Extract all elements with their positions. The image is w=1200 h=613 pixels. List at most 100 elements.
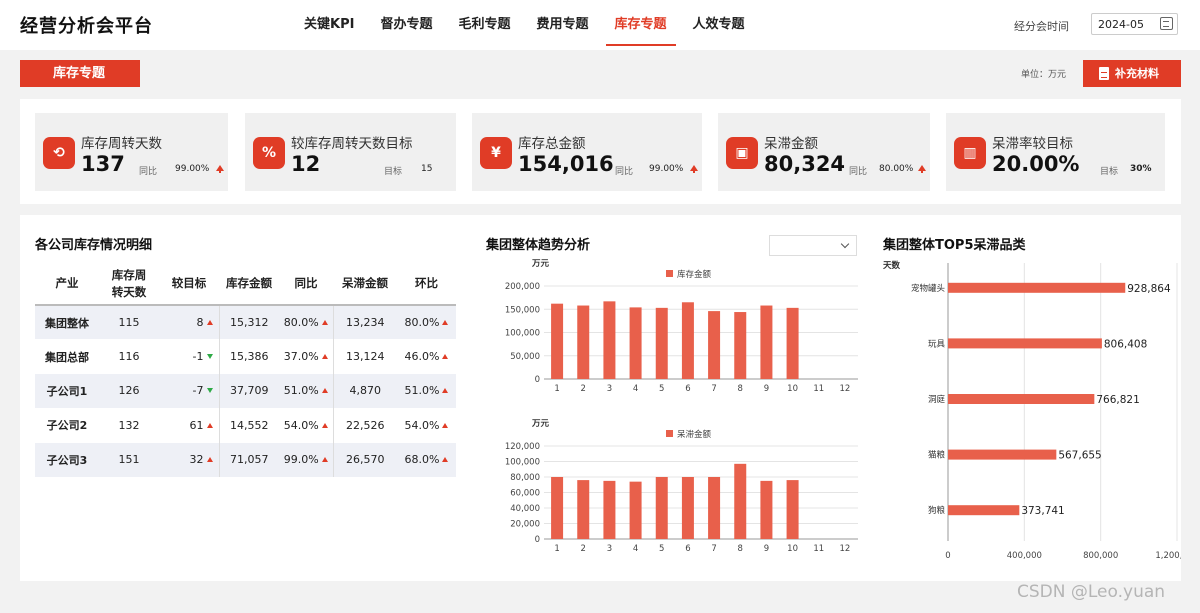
date-value: 2024-05 [1098,18,1144,31]
table-row: 子公司3 151 32 71,057 99.0% 26,570 68.0% [35,442,456,477]
y-tick-label: 200,000 [505,282,540,292]
nav-tab-expense[interactable]: 费用专题 [527,0,597,50]
trend-down-icon [206,354,213,360]
nav-tab-gross-profit[interactable]: 毛利专题 [449,0,519,50]
kpi-value: 80,324 [764,152,846,176]
kpi-title: 呆滞率较目标 [992,136,1073,152]
nav-tab-efficiency[interactable]: 人效专题 [684,0,754,50]
trend-up-icon [442,457,449,463]
unit-label: 单位：万元 [1021,70,1067,80]
bar [760,480,773,539]
y-tick-label: 0 [535,535,540,545]
col-header: 库存周转天数 [99,263,159,306]
x-tick-label: 7 [711,384,716,394]
bar [734,463,747,539]
bar [948,505,1020,516]
trend-up-icon [442,388,449,394]
kpi-sub-label: 目标 [384,167,403,177]
trend-up-icon [206,320,213,326]
trend-title: 集团整体趋势分析 [486,238,591,253]
watermark: CSDN @Leo.yuan [1017,582,1166,602]
bar [655,477,668,539]
bar [786,307,799,379]
cell-amount: 15,386 [218,339,279,374]
y-axis-unit: 万元 [531,259,550,269]
cell-yoy: 99.0% [279,442,333,477]
trend-up-icon [216,165,224,173]
y-tick-label: 猫粮 [928,450,946,461]
period-label: 经分会时间 [1014,20,1069,33]
calendar-icon[interactable] [1160,17,1173,30]
kpi-title: 库存总金额 [518,136,586,152]
col-header: 较目标 [159,263,219,306]
trend-up-icon [690,165,698,173]
x-tick-label: 9 [764,384,769,394]
x-tick-label: 6 [685,544,690,554]
inventory-table: 产业 库存周转天数 较目标 库存金额 同比 呆滞金额 环比 集团整体 115 8 15… [35,263,456,477]
x-tick-label: 5 [659,384,664,394]
x-tick-label: 4 [633,544,638,554]
y-tick-label: 100,000 [505,458,540,468]
kpi-title: 库存周转天数 [81,136,162,152]
main-panel: 各公司库存情况明细 产业 库存周转天数 较目标 库存金额 同比 呆滞金额 环比 … [20,215,1181,581]
bar [629,481,642,539]
col-header: 产业 [35,263,99,306]
data-label: 928,864 [1127,283,1171,295]
x-tick-label: 2 [581,384,586,394]
cell-stale: 13,124 [332,339,397,374]
nav-tab-kpi[interactable]: 关键KPI [295,0,363,50]
x-tick-label: 8 [738,384,743,394]
date-picker[interactable]: 2024-05 [1091,13,1178,35]
trend-up-icon [206,457,213,463]
kpi-sub-value: 99.00% [175,164,210,174]
kpi-sub-label: 同比 [615,167,634,177]
kpi-card-stale-rate: ▥ 呆滞率较目标 20.00% 目标 30% [946,113,1165,191]
x-tick-label: 0 [945,551,950,561]
stale-amount-chart: 万元呆滞金额020,00040,00060,00080,000100,00012… [505,419,858,554]
supplement-button[interactable]: 补充材料 [1083,60,1181,87]
kpi-value: 20.00% [992,152,1080,176]
nav-tab-supervision[interactable]: 督办专题 [371,0,441,50]
x-tick-label: 8 [738,544,743,554]
cell-name: 子公司2 [46,419,88,433]
cell-mom: 46.0% [397,339,456,373]
chevron-down-icon [840,239,850,249]
table-row: 集团整体 115 8 15,312 80.0% 13,234 80.0% [35,305,456,340]
col-header: 呆滞金额 [333,263,397,306]
cell-yoy: 80.0% [279,305,333,340]
bar [551,477,564,539]
bar [948,282,1126,293]
kpi-title: 呆滞金额 [764,136,818,152]
x-tick-label: 9 [764,544,769,554]
cell-yoy: 37.0% [279,339,333,373]
section-title-button[interactable]: 库存专题 [20,60,140,87]
cell-vs-target: 32 [159,442,219,477]
y-axis-unit: 万元 [531,419,550,429]
trend-up-icon [442,320,449,326]
nav-tab-inventory[interactable]: 库存专题 [605,0,676,50]
legend-label: 呆滞金额 [677,429,712,440]
kpi-sub-value: 15 [421,164,433,174]
y-tick-label: 150,000 [505,305,540,315]
y-tick-label: 50,000 [510,352,540,362]
trend-up-icon [442,354,449,360]
bar [948,338,1102,349]
trend-up-icon [206,422,213,428]
kpi-sub-label: 同比 [849,167,868,177]
x-tick-label: 10 [787,544,798,554]
x-tick-label: 3 [607,544,612,554]
col-header: 环比 [397,263,456,306]
x-tick-label: 6 [685,384,690,394]
y-tick-label: 120,000 [505,442,540,452]
bar [948,449,1057,460]
trend-up-icon [321,388,328,394]
y-tick-label: 0 [535,375,540,385]
cell-name: 集团整体 [35,305,99,340]
trend-select[interactable] [769,235,857,256]
cell-days: 116 [118,350,140,364]
table-title: 各公司库存情况明细 [35,238,153,253]
x-tick-label: 3 [607,384,612,394]
kpi-card-stale-amount: ▣ 呆滞金额 80,324 同比 80.00% [718,113,930,191]
inventory-amount-chart: 万元库存金额050,000100,000150,000200,0001 2 3 4 5 6… [505,259,858,394]
table-row: 子公司1 126 -7 37,709 51.0% 4,870 51.0% [35,373,456,409]
